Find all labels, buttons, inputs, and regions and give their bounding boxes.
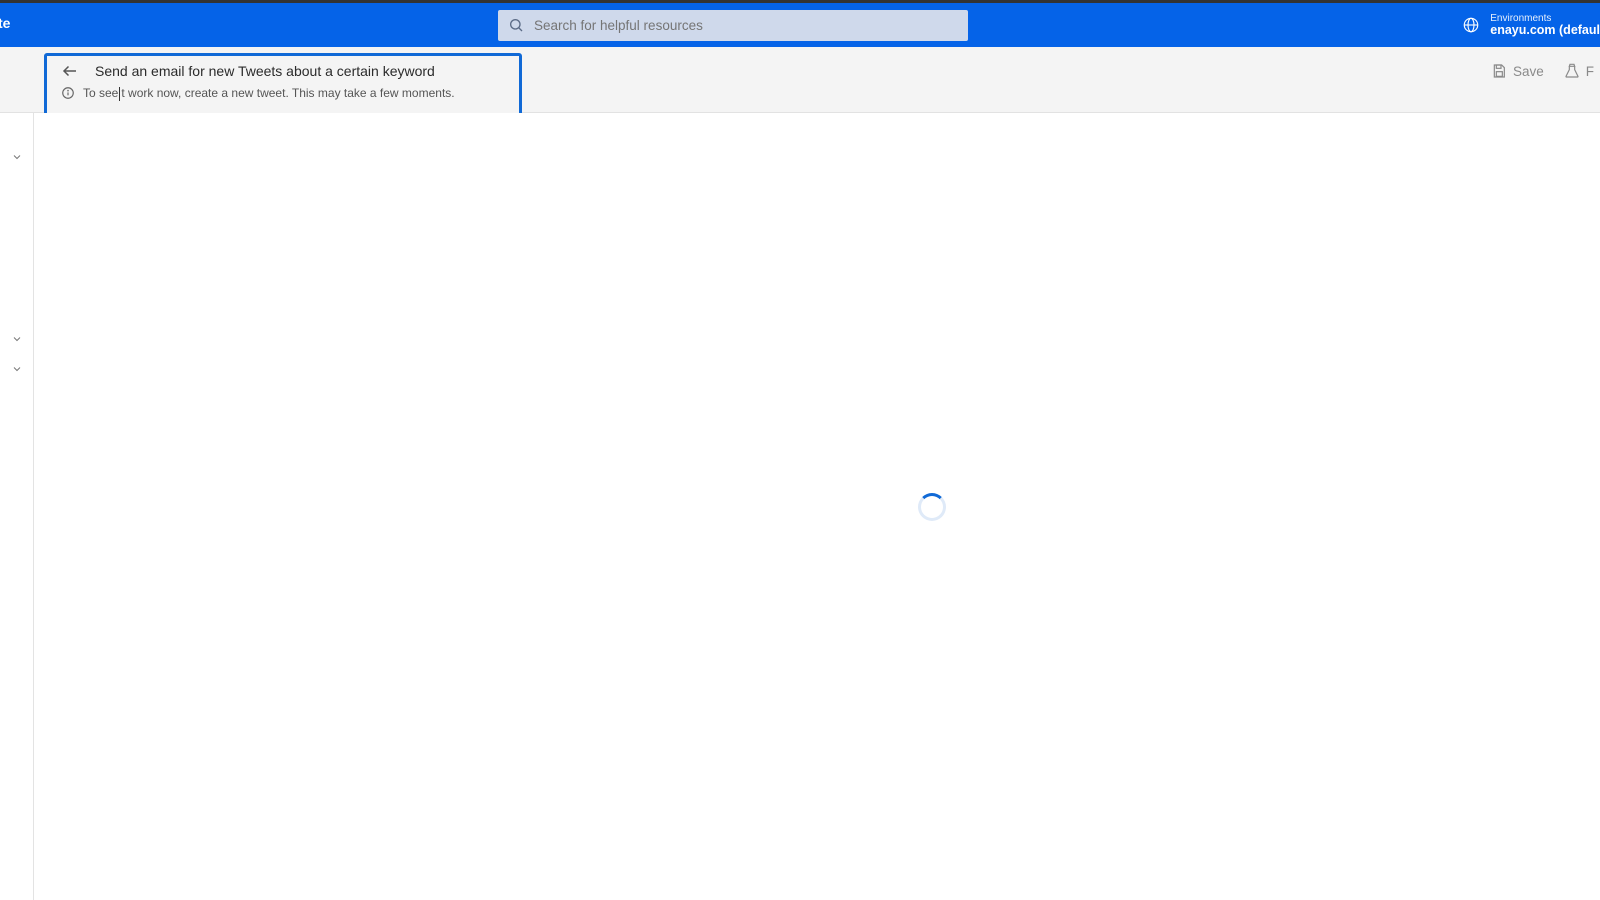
info-icon [61, 86, 75, 100]
hint-prefix: To see [83, 86, 118, 100]
flow-checker-icon [1564, 63, 1580, 79]
flow-checker-label-fragment: F [1586, 64, 1594, 79]
flow-title[interactable]: Send an email for new Tweets about a cer… [95, 63, 435, 79]
flow-checker-button[interactable]: F [1564, 63, 1594, 79]
toolbar-actions: Save F [1491, 63, 1594, 79]
loading-spinner-icon [918, 493, 946, 521]
left-rail [0, 113, 34, 900]
search-box[interactable] [498, 10, 968, 41]
search-icon [508, 17, 524, 33]
globe-icon [1462, 16, 1480, 34]
save-button[interactable]: Save [1491, 63, 1544, 79]
chevron-down-icon[interactable] [11, 363, 23, 375]
save-icon [1491, 63, 1507, 79]
flow-hint-text: To seet work now, create a new tweet. Th… [83, 86, 455, 101]
environment-text: Environments enayu.com (defaul [1490, 13, 1600, 38]
flow-canvas [34, 113, 1600, 900]
environment-label: Environments [1490, 13, 1600, 24]
save-label: Save [1513, 64, 1544, 79]
chevron-down-icon[interactable] [11, 333, 23, 345]
flow-title-row: Send an email for new Tweets about a cer… [61, 62, 505, 80]
hint-suffix: t work now, create a new tweet. This may… [121, 86, 454, 100]
flow-hint-row: To seet work now, create a new tweet. Th… [61, 86, 505, 101]
environment-picker[interactable]: Environments enayu.com (defaul [1450, 3, 1600, 47]
sub-header: Send an email for new Tweets about a cer… [0, 47, 1600, 113]
search-input[interactable] [534, 18, 958, 33]
flow-title-callout: Send an email for new Tweets about a cer… [44, 53, 522, 119]
back-arrow-icon[interactable] [61, 62, 79, 80]
brand-fragment: te [0, 15, 10, 31]
environment-name: enayu.com (defaul [1490, 24, 1600, 38]
app-header: te Environments enayu.com (defaul [0, 3, 1600, 47]
chevron-down-icon[interactable] [11, 151, 23, 163]
